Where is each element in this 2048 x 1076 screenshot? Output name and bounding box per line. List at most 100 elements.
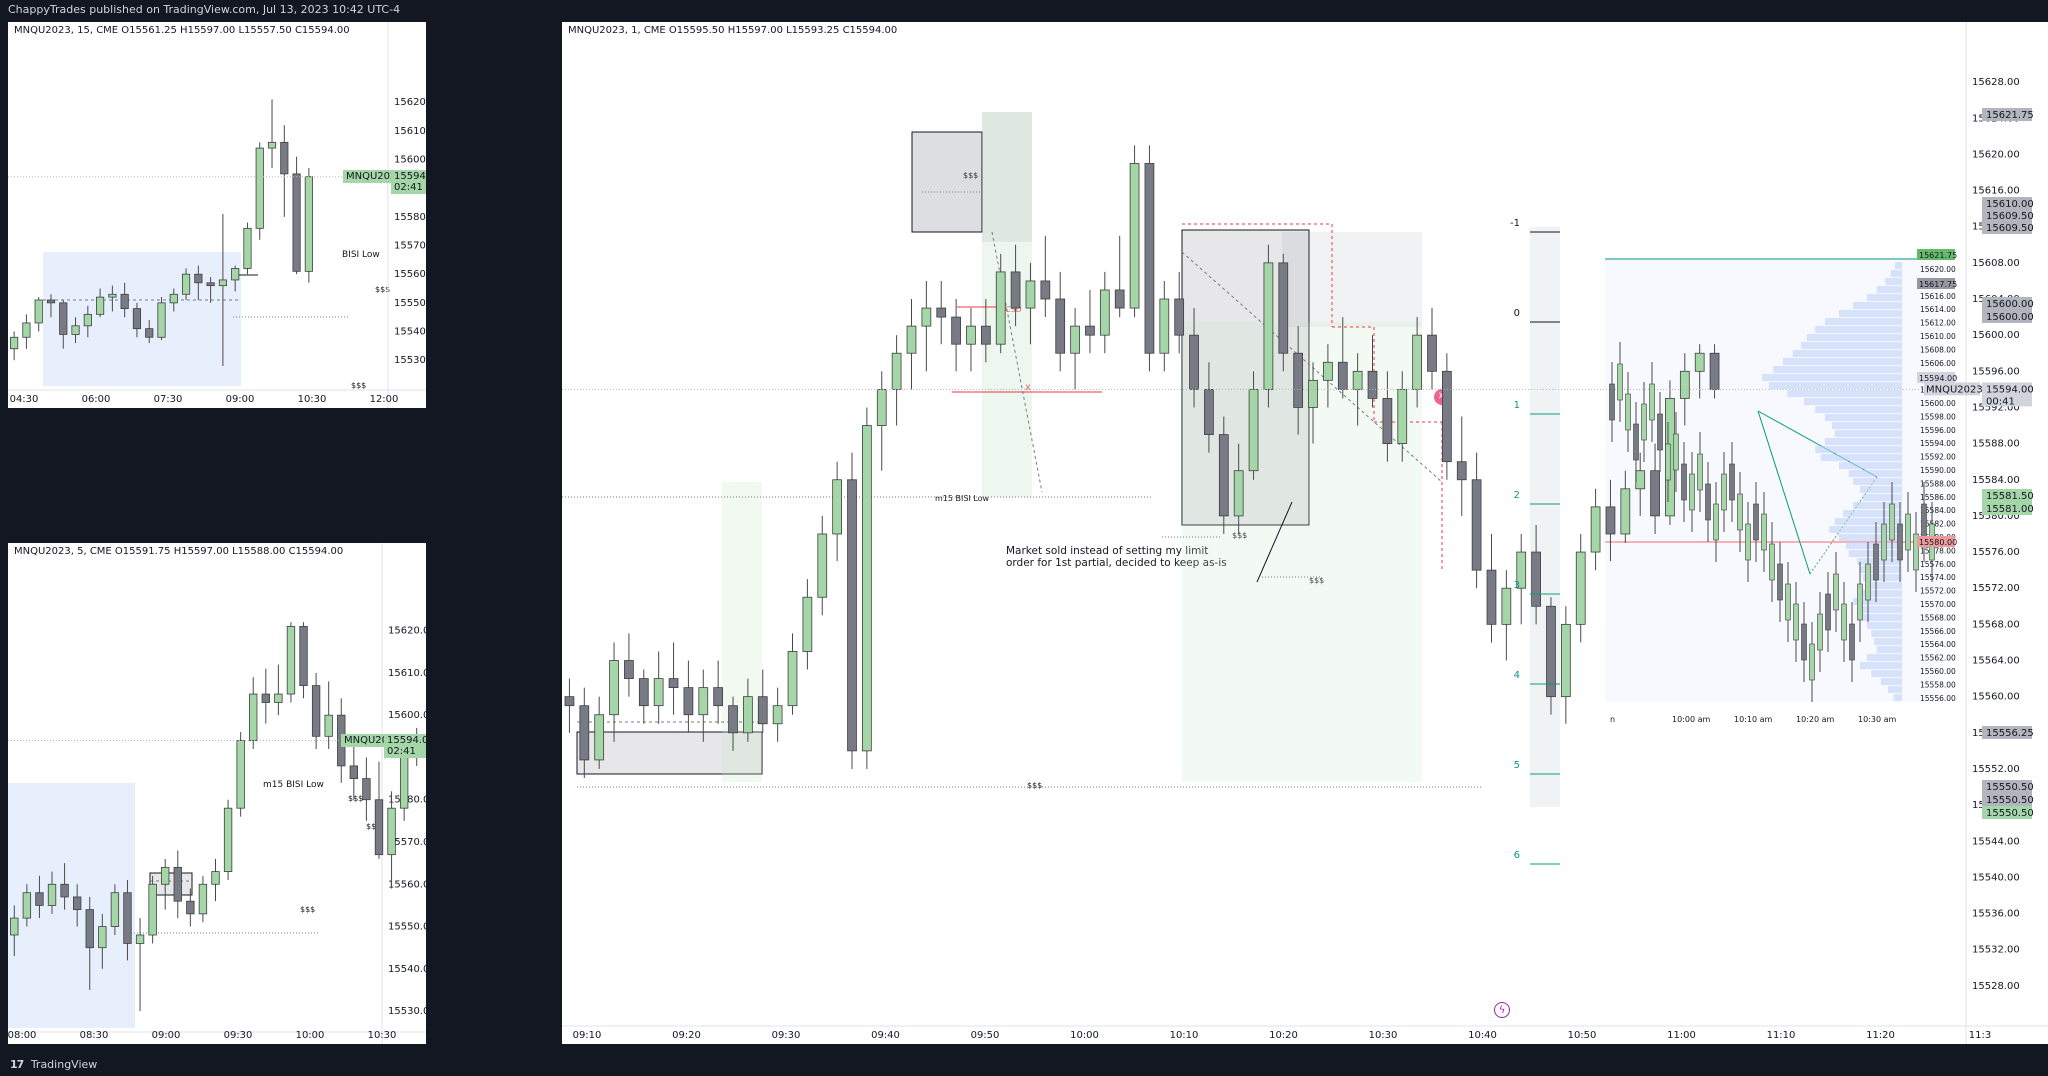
candle-body <box>46 299 56 304</box>
last-price-value: 15594.00 <box>1986 384 2034 395</box>
candle-body <box>85 909 94 949</box>
candle-body <box>161 866 170 885</box>
x-tick-label: 07:30 <box>154 394 183 405</box>
inset-y-tick: 15596.00 <box>1920 426 1956 435</box>
candle-body <box>362 778 371 801</box>
y-tick-label: 15540.00 <box>1972 872 2020 883</box>
volume-profile-bar <box>1825 438 1902 445</box>
tradingview-footer: 17 TradingView <box>0 1054 2048 1076</box>
inset-candle-body <box>1785 583 1791 621</box>
chart-panel-5m[interactable]: MNQU2023, 5, CME O15591.75 H15597.00 L15… <box>8 543 426 1044</box>
axis-price-tag: 15550.50 <box>1986 782 2034 793</box>
candle-body <box>876 388 887 426</box>
candle-body <box>231 268 240 281</box>
inset-candle-body <box>1881 523 1887 561</box>
candle-body <box>1620 488 1631 535</box>
x-tick-label: 09:10 <box>573 1030 602 1041</box>
inset-y-tick: 15620.00 <box>1920 265 1956 274</box>
volume-profile-bar <box>1783 358 1902 365</box>
zone-8 <box>1530 227 1560 807</box>
y-tick-label: 15530.00 <box>394 355 426 366</box>
y-tick-label: 15568.00 <box>1972 619 2020 630</box>
y-tick-label: 15572.00 <box>1972 583 2020 594</box>
candle-body <box>817 533 828 598</box>
axis-price-tag: 15550.50 <box>1986 808 2034 819</box>
inset-y-tick: 15568.00 <box>1920 613 1956 622</box>
y-tick-label: 15560.00 <box>394 269 426 280</box>
candle-body <box>218 279 227 287</box>
candle-body <box>1575 551 1586 625</box>
chart-panel-1m[interactable]: MNQU2023, 1, CME O15595.50 H15597.00 L15… <box>562 22 2048 1044</box>
inset-y-tick: 15576.00 <box>1920 560 1956 569</box>
inset-y-tick: 15572.00 <box>1920 587 1956 596</box>
inset-price-tag: 15617.75 <box>1919 280 1957 289</box>
last-price-tag-15m: 15594.0002:41 <box>391 169 426 194</box>
fib-level-label: 4 <box>1514 670 1520 681</box>
axis-price-tag: 15621.75 <box>1986 110 2034 121</box>
axis-price-tag: 15556.25 <box>1986 728 2034 739</box>
inset-candle-body <box>1793 603 1799 641</box>
symbol-tag-1m: MNQU2023 <box>1926 384 1983 395</box>
candle-body <box>936 307 947 318</box>
candle-body <box>609 660 619 716</box>
candle-body <box>1114 289 1125 309</box>
inset-candle-body <box>1713 503 1719 541</box>
candle-body <box>71 325 80 335</box>
candle-body <box>638 678 649 707</box>
inset-y-tick: 15600.00 <box>1920 399 1956 408</box>
volume-profile-bar <box>1801 342 1902 349</box>
candle-body <box>1427 334 1437 372</box>
inset-y-tick: 15606.00 <box>1920 359 1956 368</box>
inset-candle-body <box>1697 453 1703 491</box>
inset-y-tick: 15566.00 <box>1920 627 1956 636</box>
candle-body <box>292 173 301 272</box>
x-tick-label: 09:30 <box>224 1030 253 1041</box>
candle-body <box>1397 388 1408 445</box>
candle-body <box>206 282 215 287</box>
chart-canvas: 15628.0015624.0015620.0015616.0015612.00… <box>562 22 2048 1044</box>
inset-x-tick: 10:10 am <box>1734 715 1773 724</box>
candle-body <box>743 696 753 734</box>
volume-profile-bar <box>1804 398 1902 405</box>
inset-candle-body <box>1889 503 1895 541</box>
candle-body <box>1486 569 1497 625</box>
candle-body <box>906 325 917 354</box>
fib-level-label: -1 <box>1510 218 1520 229</box>
volume-profile-bar <box>1895 262 1902 269</box>
y-tick-label: 15550.00 <box>394 298 426 309</box>
candle-body <box>181 273 191 295</box>
inset-candle-body <box>1777 563 1783 601</box>
candle-body <box>1099 289 1110 336</box>
volume-profile-bar <box>1806 334 1902 341</box>
inset-candle-body <box>1761 513 1767 551</box>
candle-body <box>1590 506 1601 553</box>
candle-body <box>194 273 203 284</box>
inset-y-tick: 15612.00 <box>1920 319 1956 328</box>
axis-price-tag: 15610.00 <box>1986 199 2034 210</box>
candle-body <box>683 687 694 716</box>
candle-body <box>249 693 258 741</box>
x-tick-label: 11:10 <box>1767 1030 1796 1041</box>
candle-body <box>267 141 277 149</box>
candle-body <box>280 141 289 175</box>
last-price-value: 15594.00 <box>387 734 426 746</box>
inset-candle-body <box>1873 543 1879 581</box>
inset-y-tick: 15590.00 <box>1920 466 1956 475</box>
volume-profile-bar <box>1853 302 1902 309</box>
inset-y-tick: 15562.00 <box>1920 654 1956 663</box>
candle-body <box>862 425 872 752</box>
candle-body <box>120 293 129 309</box>
chart-panel-15m[interactable]: MNQU2023, 15, CME O15561.25 H15597.00 L1… <box>8 22 426 408</box>
x-tick-label: 10:30 <box>368 1030 397 1041</box>
inset-candle-body <box>1753 503 1759 541</box>
volume-profile-bar <box>1848 470 1902 477</box>
fib-level-label: 5 <box>1514 760 1520 771</box>
candle-body <box>35 892 44 906</box>
candle-body <box>83 313 92 327</box>
candle-body <box>1679 370 1690 399</box>
candle-body <box>1144 163 1155 354</box>
volume-profile-bar <box>1876 286 1902 293</box>
y-tick-label: 15588.00 <box>1972 439 2020 450</box>
volume-profile-bar <box>1857 558 1902 565</box>
candle-body <box>173 866 182 902</box>
